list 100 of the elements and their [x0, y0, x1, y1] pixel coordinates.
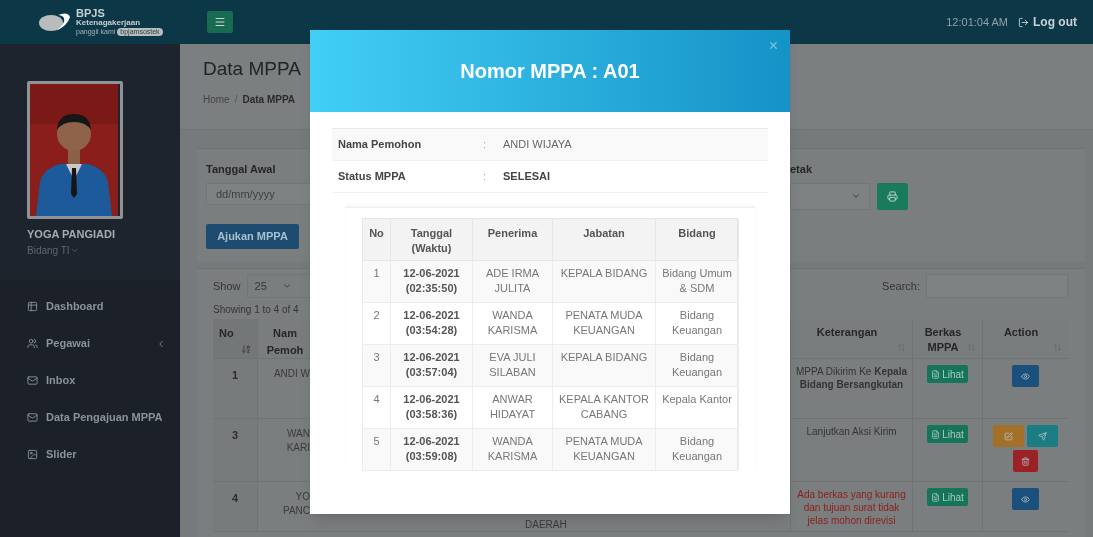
file-icon [931, 429, 941, 439]
search-label: Search: [882, 278, 920, 294]
table-cell: ANWAR HIDAYAT [473, 387, 553, 428]
table-info: Showing 1 to 4 of 4 [213, 303, 299, 317]
table-cell: KEPALA BIDANG [553, 261, 656, 302]
table-cell: Bidang Keuangan [656, 345, 739, 386]
date-field[interactable]: dd/mm/yyyy [206, 182, 310, 205]
printer-icon [887, 190, 898, 202]
print-select[interactable] [790, 182, 870, 210]
sidebar-item[interactable]: Slider [0, 436, 180, 473]
breadcrumb-link[interactable]: Data MPPA [242, 91, 296, 107]
show-label: Show [213, 278, 241, 294]
users-icon [27, 338, 38, 349]
image-icon [27, 449, 38, 460]
logout-icon [1018, 16, 1029, 28]
table-cell-text: 4 [231, 491, 239, 506]
file-icon [931, 369, 941, 379]
table-cell: 12-06-2021 (03:54:28) [391, 303, 473, 344]
table-cell: 3 [363, 345, 391, 386]
table-cell-text: 3 [231, 428, 239, 443]
table-cell: PENATA MUDA KEUANGAN [553, 303, 656, 344]
sort-icon[interactable] [241, 343, 251, 354]
chevron-down-icon [281, 281, 292, 291]
table-cell-text: ANDI W [272, 367, 310, 381]
clock-time: 12:01:04 AM [946, 14, 1008, 30]
table-cell: Kepala Kantor [656, 387, 739, 428]
column-header: Tanggal (Waktu) [391, 219, 473, 260]
table-cell: Bidang Umum & SDM [656, 261, 739, 302]
breadcrumb-link[interactable]: Home [203, 91, 230, 107]
envelope-icon [27, 375, 38, 386]
table-cell: 12-06-2021 (03:57:04) [391, 345, 473, 386]
table-cell: KEPALA KANTOR CABANG [553, 387, 656, 428]
file-icon [931, 492, 941, 502]
view-file-button[interactable]: Lihat [927, 425, 968, 443]
submit-button[interactable]: Ajukan MPPA [206, 223, 299, 249]
info-label: Status MPPA [338, 169, 407, 185]
sidebar-item[interactable]: Dashboard [0, 288, 180, 325]
table-cell: KEPALA BIDANG [553, 345, 656, 386]
table-cell: Bidang Keuangan [656, 429, 739, 470]
field-label: Tanggal Awal [206, 162, 277, 177]
sidebar-item[interactable]: Pegawai [0, 325, 180, 362]
menu-icon [214, 16, 226, 28]
logo-subtitle: Ketenagakerjaan [76, 19, 142, 27]
sidebar-item[interactable]: Data Pengajuan MPPA [0, 399, 180, 436]
send-button[interactable] [1027, 425, 1058, 447]
modal-title: Nomor MPPA : A01 [460, 59, 640, 84]
view-file-button[interactable]: Lihat [927, 365, 968, 383]
column-header: No [363, 219, 391, 260]
info-label: Nama Pemohon [338, 137, 423, 153]
eye-icon [1021, 371, 1030, 381]
logo-title: BPJS [76, 8, 106, 19]
eye-icon [1021, 494, 1030, 504]
table-cell: MPPA Dikirim Ke Kepala Bidang Bersangkutan [795, 365, 908, 391]
table-cell: ADE IRMA JULITA [473, 261, 553, 302]
trash-icon [1021, 456, 1030, 466]
table-cell: DAERAH [525, 519, 567, 531]
column-header: Penerima [473, 219, 553, 260]
table-cell: 5 [363, 429, 391, 470]
pen-icon [1004, 431, 1013, 441]
delete-button[interactable] [1013, 450, 1038, 472]
field-label: etak [790, 162, 814, 177]
table-cell: 12-06-2021 (03:59:08) [391, 429, 473, 470]
table-cell: PENATA MUDA KEUANGAN [553, 429, 656, 470]
paper-plane-icon [1038, 431, 1047, 441]
info-separator: : [483, 137, 488, 153]
logout-button[interactable]: Log out [1018, 13, 1077, 31]
table-cell-text: WAN KARI [285, 427, 310, 455]
table-cell: WANDA KARISMA [473, 303, 553, 344]
table-cell: EVA JULI SILABAN [473, 345, 553, 386]
info-value: ANDI WIJAYA [503, 137, 572, 153]
table-cell: Bidang Keuangan [656, 303, 739, 344]
table-cell-text: Lanjutkan Aksi Kirim [805, 425, 898, 438]
menu-button[interactable] [207, 11, 233, 33]
table-cell: 2 [363, 303, 391, 344]
table-cell: 12-06-2021 (02:35:50) [391, 261, 473, 302]
sidebar-item[interactable]: Inbox [0, 362, 180, 399]
view-button[interactable] [1012, 488, 1039, 510]
table-cell: WANDA KARISMA [473, 429, 553, 470]
table-cell-text: YO PANC [281, 490, 310, 518]
view-file-button[interactable]: Lihat [927, 488, 968, 506]
table-cell-text: 1 [231, 368, 239, 383]
info-separator: : [483, 169, 488, 185]
page-title: Data MPPA [203, 57, 302, 81]
edit-button[interactable] [993, 425, 1024, 447]
info-value: SELESAI [503, 169, 551, 185]
user-role: Bidang TI [27, 243, 70, 258]
column-header: Jabatan [553, 219, 656, 260]
column-header[interactable]: No [213, 319, 258, 358]
column-header: Bidang [656, 219, 739, 260]
table-cell: 1 [363, 261, 391, 302]
print-button[interactable] [877, 182, 908, 210]
table-cell: 12-06-2021 (03:58:36) [391, 387, 473, 428]
logo-icon [38, 11, 72, 33]
table-cell: 4 [363, 387, 391, 428]
table-cell-text: Ada berkas yang kurang dan tujuan surat tidak jelas mohon direvisi [796, 488, 907, 527]
chevron-down-icon [851, 191, 861, 201]
user-name: YOGA PANGIADI [27, 227, 116, 242]
table-icon [27, 301, 38, 312]
breadcrumb-separator: / [234, 92, 238, 107]
view-button[interactable] [1012, 365, 1039, 387]
